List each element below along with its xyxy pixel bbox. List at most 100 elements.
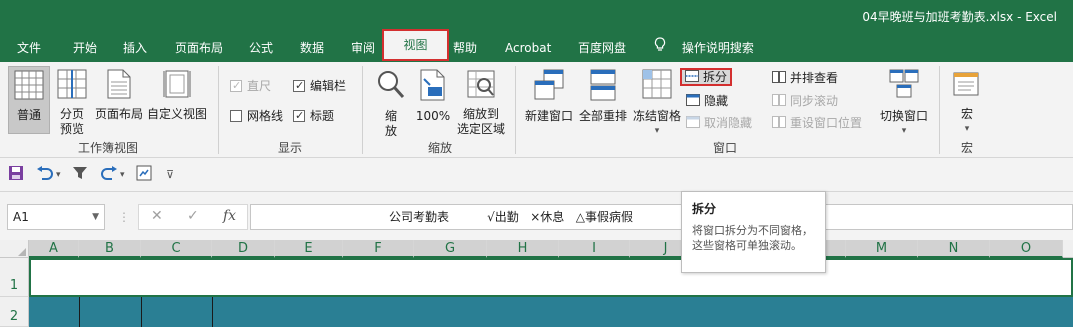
zoom-100-button[interactable]: 100%: [413, 69, 453, 124]
column-header-c[interactable]: C: [141, 240, 212, 258]
row-header-2[interactable]: 2: [0, 297, 29, 327]
page-break-preview-icon: [55, 69, 89, 103]
split-highlight: 拆分: [680, 68, 733, 86]
group-separator: [515, 66, 516, 154]
normal-view-button[interactable]: 普通: [8, 66, 50, 134]
tab-review[interactable]: 审阅: [351, 34, 375, 62]
new-window-button[interactable]: 新建窗口: [522, 69, 576, 124]
tab-file[interactable]: 文件: [17, 34, 41, 62]
window-group-label: 窗口: [712, 141, 737, 155]
vertical-dots-icon: ⋮: [118, 210, 130, 224]
ruler-label: 直尺: [247, 79, 272, 93]
zoom-to-selection-button[interactable]: 缩放到 选定区域: [455, 69, 507, 137]
page-layout-view-button[interactable]: 页面布局: [93, 69, 145, 122]
headings-check-mark: [293, 106, 305, 126]
normal-view-label: 普通: [16, 108, 41, 122]
cell-border: [141, 297, 142, 327]
hide-button[interactable]: 隐藏: [686, 91, 728, 111]
redo-dropdown-icon[interactable]: ▾: [120, 165, 125, 185]
macros-icon: [947, 69, 987, 103]
tab-data[interactable]: 数据: [300, 34, 324, 62]
gridlines-checkbox[interactable]: 网格线: [230, 106, 283, 126]
column-header-f[interactable]: F: [343, 240, 414, 258]
page-break-label-1: 分页: [59, 107, 84, 121]
column-header-m[interactable]: M: [846, 240, 918, 258]
cell-border: [79, 297, 80, 327]
page-layout-icon: [93, 69, 145, 103]
undo-icon[interactable]: [36, 165, 54, 185]
tab-insert[interactable]: 插入: [123, 34, 147, 62]
headings-label: 标题: [310, 109, 335, 123]
switch-windows-button[interactable]: 切换窗口 ▾: [876, 69, 932, 139]
save-icon[interactable]: [8, 165, 24, 185]
insert-function-icon[interactable]: fx: [223, 208, 236, 224]
freeze-panes-label: 冻结窗格: [632, 109, 681, 123]
filter-icon[interactable]: [72, 165, 88, 185]
normal-view-icon: [9, 70, 49, 104]
column-header-b[interactable]: B: [79, 240, 141, 258]
column-header-g[interactable]: G: [414, 240, 487, 258]
tab-help[interactable]: 帮助: [453, 34, 477, 62]
tab-baidu-netdisk[interactable]: 百度网盘: [578, 34, 626, 62]
zoom-selection-label-1: 缩放到: [462, 107, 499, 121]
name-box[interactable]: A1 ▼: [7, 204, 105, 230]
formula-value: 公司考勤表 √出勤 ×休息 △事假病假: [389, 210, 633, 224]
column-header-h[interactable]: H: [487, 240, 559, 258]
column-header-o[interactable]: O: [990, 240, 1063, 258]
formula-bar-checkbox[interactable]: 编辑栏: [293, 76, 346, 96]
macros-group-label: 宏: [960, 141, 973, 155]
custom-views-icon: [147, 69, 207, 103]
custom-views-button[interactable]: 自定义视图: [147, 69, 207, 122]
undo-dropdown-icon[interactable]: ▾: [56, 165, 61, 185]
headings-checkbox[interactable]: 标题: [293, 106, 334, 126]
reset-window-position-button: 重设窗口位置: [772, 113, 862, 133]
view-side-by-side-button[interactable]: 并排查看: [772, 68, 838, 88]
tell-me-search[interactable]: 操作说明搜索: [654, 34, 754, 62]
group-separator: [362, 66, 363, 154]
name-box-dropdown-icon[interactable]: ▼: [92, 205, 99, 229]
reset-position-icon: [772, 114, 786, 134]
magnifier-icon: [372, 69, 410, 105]
row-header-1[interactable]: 1: [0, 258, 29, 297]
arrange-all-button[interactable]: 全部重排: [576, 69, 630, 124]
zoom-label-1: 缩: [384, 109, 397, 123]
zoom-100-label: 100%: [415, 109, 451, 123]
reset-position-label: 重设窗口位置: [790, 116, 863, 130]
window-title: 04早晚班与加班考勤表.xlsx - Excel: [862, 10, 1057, 24]
ribbon-tabs: 文件 开始 插入 页面布局 公式 数据 审阅 视图 帮助 Acrobat 百度网…: [0, 29, 1073, 62]
unhide-window-icon: [686, 114, 700, 134]
tab-formulas[interactable]: 公式: [249, 34, 273, 62]
tab-page-layout[interactable]: 页面布局: [175, 34, 223, 62]
redo-icon[interactable]: [100, 165, 118, 185]
tab-home[interactable]: 开始: [73, 34, 97, 62]
group-separator: [218, 66, 219, 154]
cancel-icon[interactable]: ✕: [151, 208, 163, 224]
enter-icon[interactable]: ✓: [187, 208, 199, 224]
freeze-panes-button[interactable]: 冻结窗格 ▾: [630, 69, 684, 139]
split-button[interactable]: 拆分: [680, 66, 733, 92]
column-header-e[interactable]: E: [275, 240, 343, 258]
formula-input[interactable]: 公司考勤表 √出勤 ×休息 △事假病假: [250, 204, 1073, 230]
split-tooltip: 拆分 将窗口拆分为不同窗格，这些窗格可单独滚动。: [681, 191, 826, 273]
lightbulb-icon: [654, 35, 668, 63]
column-header-a[interactable]: A: [29, 240, 79, 258]
tab-view[interactable]: 视图: [382, 29, 449, 61]
tab-acrobat[interactable]: Acrobat: [505, 34, 551, 62]
column-header-n[interactable]: N: [918, 240, 990, 258]
formula-bar-label: 编辑栏: [310, 79, 347, 93]
column-header-d[interactable]: D: [212, 240, 275, 258]
row-2-cells[interactable]: [29, 297, 1073, 327]
sheet-icon[interactable]: [136, 165, 152, 185]
customize-toolbar-icon[interactable]: ⊽: [166, 165, 174, 185]
merged-cell-a1[interactable]: [29, 258, 1073, 297]
switch-windows-icon: [876, 69, 932, 105]
page-break-preview-button[interactable]: 分页 预览: [55, 69, 89, 137]
column-headers: A B C D E F G H I J K L M N O: [0, 240, 1073, 258]
hide-label: 隐藏: [704, 94, 729, 108]
column-header-i[interactable]: I: [559, 240, 630, 258]
macros-button[interactable]: 宏 ▾: [947, 69, 987, 137]
select-all-button[interactable]: [0, 240, 29, 258]
title-bar: 04早晚班与加班考勤表.xlsx - Excel: [0, 0, 1073, 34]
chevron-down-icon: ▾: [964, 124, 970, 134]
zoom-button[interactable]: 缩 放: [372, 69, 410, 139]
